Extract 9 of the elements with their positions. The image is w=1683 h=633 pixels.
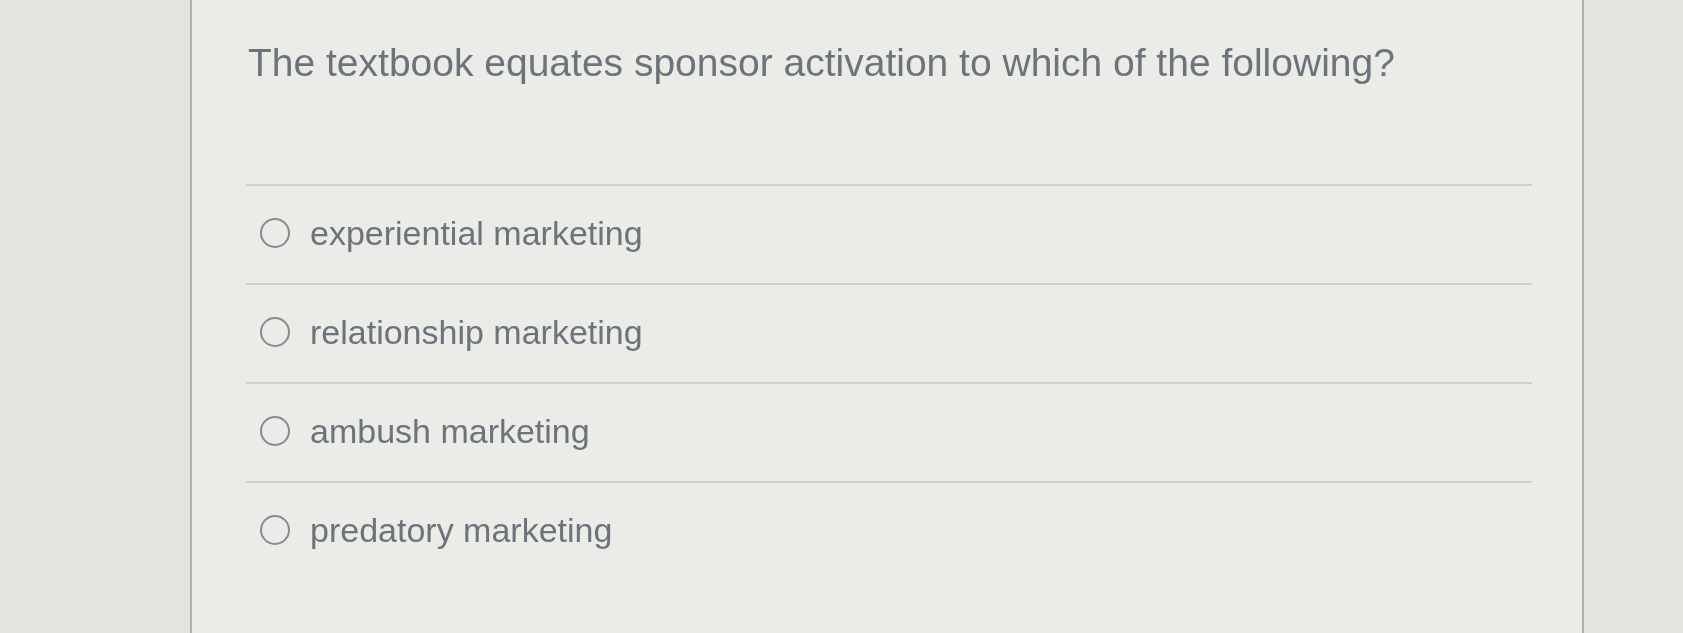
radio-button[interactable] [260,415,290,446]
option-label[interactable]: experiential marketing [310,212,643,253]
option-label[interactable]: predatory marketing [310,509,613,550]
radio-button[interactable] [260,316,290,347]
question-text: The textbook equates sponsor activation to which of the following? [248,40,1395,86]
option-label[interactable]: ambush marketing [310,410,590,451]
radio-button[interactable] [260,217,290,248]
radio-button[interactable] [260,514,290,545]
option-label[interactable]: relationship marketing [310,311,643,352]
